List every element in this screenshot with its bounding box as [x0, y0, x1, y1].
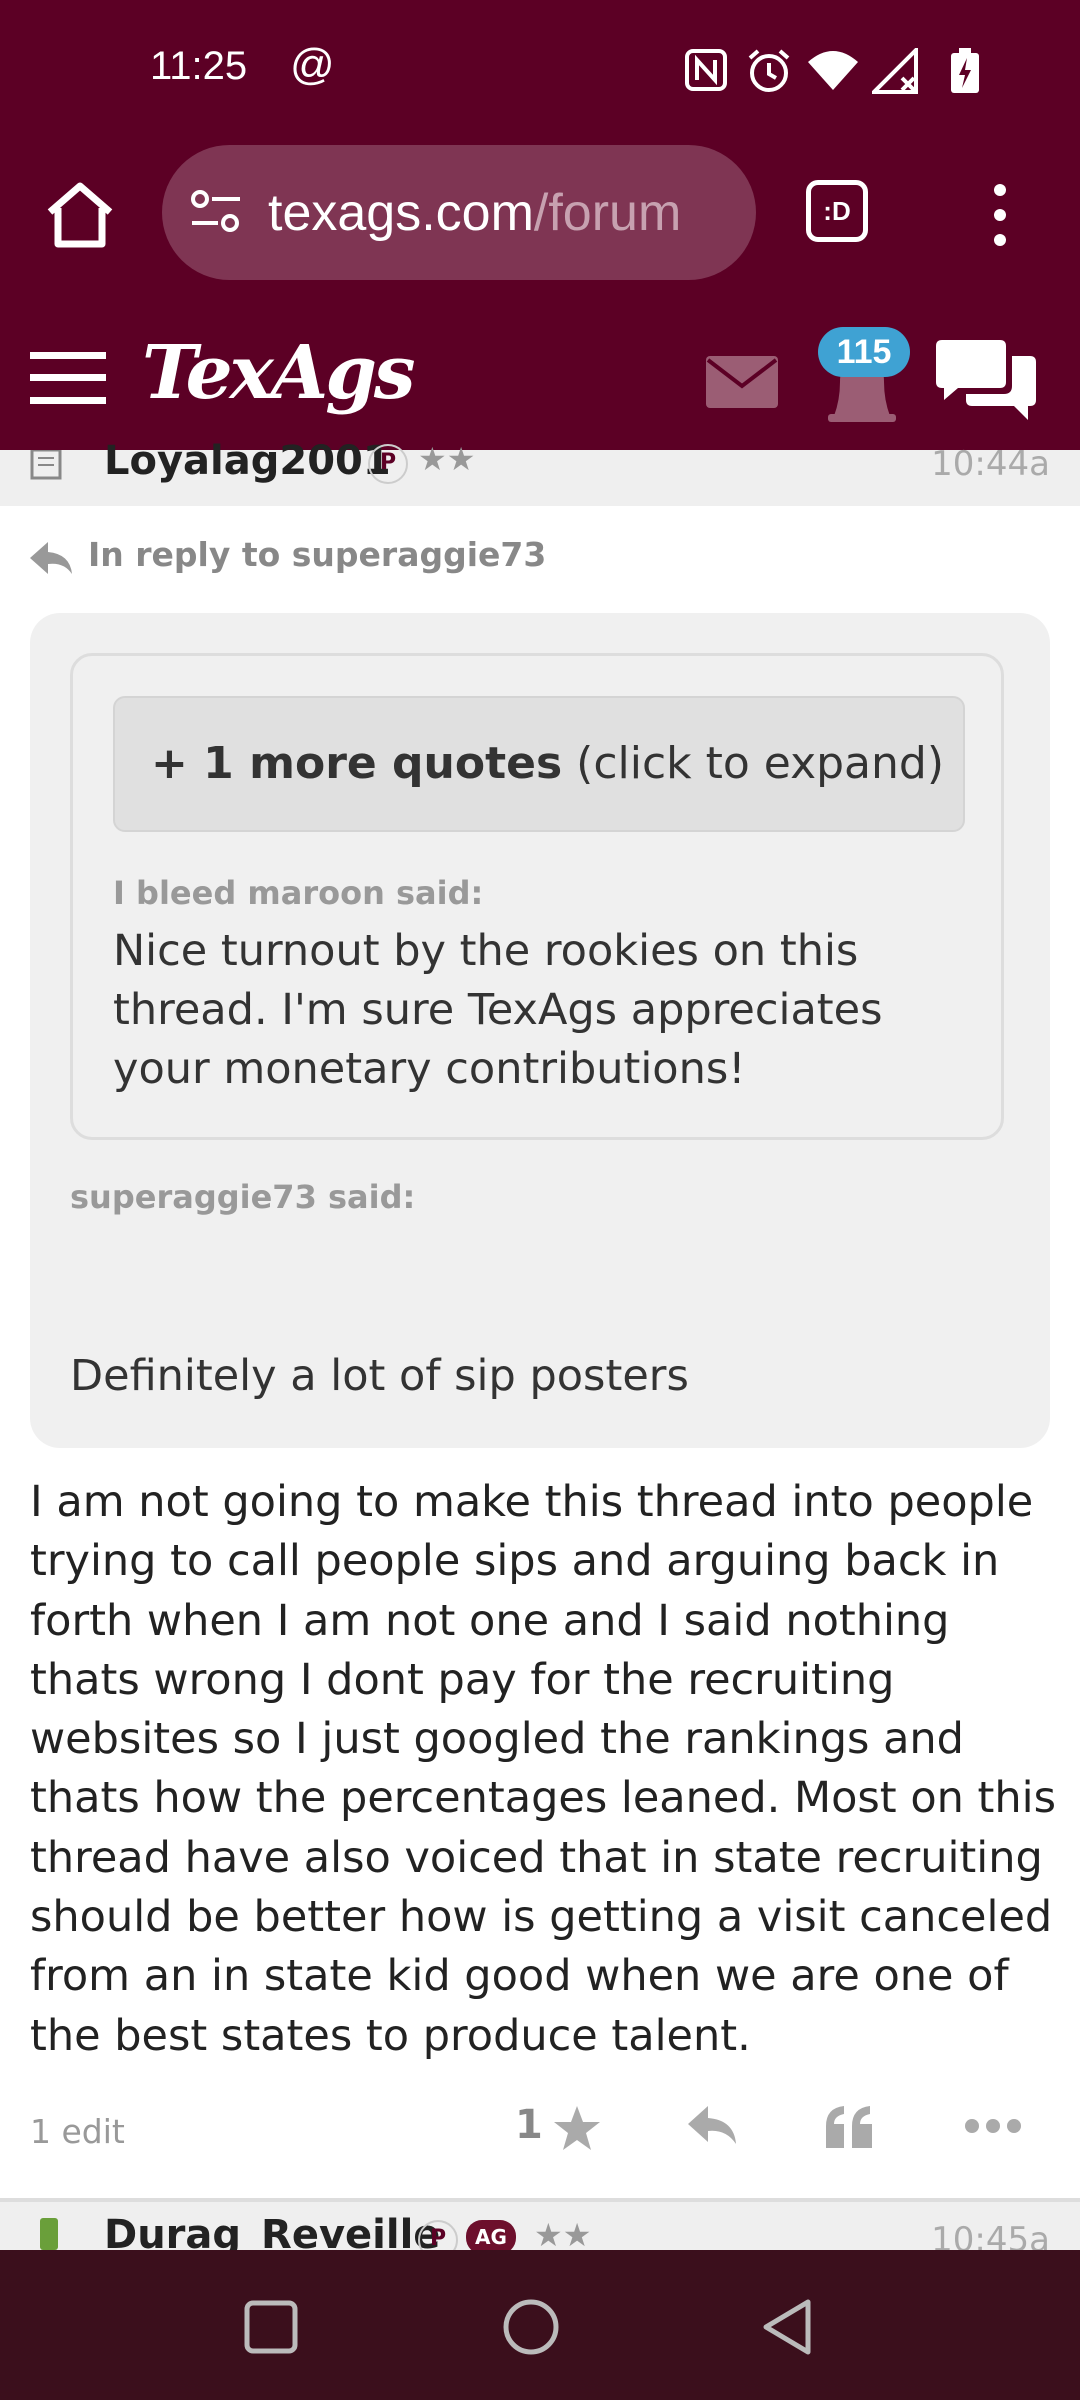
- site-header: TexAgs 115: [0, 327, 1080, 450]
- reply-button-icon[interactable]: [686, 2104, 738, 2146]
- home-icon[interactable]: [44, 178, 116, 250]
- url-path: /forum: [533, 184, 682, 242]
- url-text[interactable]: texags.com/forum: [268, 183, 738, 243]
- star-icon[interactable]: [552, 2104, 602, 2152]
- quote-icon[interactable]: [824, 2104, 874, 2150]
- more-horiz-icon[interactable]: [964, 2118, 1022, 2134]
- expand-hint: (click to expand): [562, 738, 944, 789]
- more-vert-icon[interactable]: [985, 180, 1015, 250]
- post-body: I am not going to make this thread into …: [30, 1477, 1057, 2061]
- site-settings-icon[interactable]: [188, 187, 244, 237]
- mail-icon[interactable]: [706, 356, 778, 408]
- quote-block: + 1 more quotes (click to expand) I blee…: [30, 613, 1050, 1448]
- next-user-stars: ★★: [534, 2216, 592, 2250]
- url-bar[interactable]: texags.com/forum: [162, 145, 756, 280]
- hamburger-menu-icon[interactable]: [30, 348, 106, 408]
- post-header: Loyalag2001 P ★★ 10:44a: [0, 438, 1080, 506]
- next-post-header: Durag_Reveille P AG ★★ 10:45a: [0, 2202, 1080, 2250]
- edit-count[interactable]: 1 edit: [30, 2112, 125, 2151]
- texags-logo[interactable]: TexAgs: [142, 330, 416, 416]
- reply-icon: [30, 542, 72, 574]
- phone-icon: [40, 2218, 58, 2250]
- wifi-icon: [808, 51, 858, 90]
- quote-author: superaggie73 said:: [70, 1178, 416, 1216]
- next-post-author[interactable]: Durag_Reveille: [104, 2212, 440, 2250]
- expand-count-label: + 1 more quotes: [151, 738, 563, 789]
- battery-icon: [951, 48, 979, 93]
- post-time[interactable]: 10:44a: [931, 444, 1050, 484]
- next-post-time[interactable]: 10:45a: [931, 2220, 1050, 2250]
- in-reply-to-link[interactable]: In reply to superaggie73: [88, 535, 546, 574]
- premium-badge: P: [368, 444, 408, 484]
- like-count: 1: [515, 2102, 543, 2148]
- user-stars: ★★: [418, 440, 476, 478]
- expand-quotes-button[interactable]: + 1 more quotes (click to expand): [113, 696, 965, 832]
- recents-icon[interactable]: [244, 2300, 298, 2354]
- post-author[interactable]: Loyalag2001: [104, 438, 391, 484]
- tabs-button[interactable]: :D: [806, 180, 868, 242]
- quote-text: Definitely a lot of sip posters: [70, 1351, 689, 1401]
- notification-badge[interactable]: 115: [818, 327, 910, 377]
- chat-icon[interactable]: [936, 338, 1036, 424]
- back-icon[interactable]: [760, 2298, 814, 2356]
- document-icon: [30, 450, 62, 480]
- url-domain: texags.com: [268, 184, 534, 242]
- alarm-icon: [748, 49, 790, 92]
- system-nav-bar: [0, 2250, 1080, 2400]
- nfc-icon: [685, 49, 727, 91]
- nested-quote-text: Nice turnout by the rookies on this thre…: [113, 926, 883, 1094]
- nested-quote: + 1 more quotes (click to expand) I blee…: [70, 653, 1004, 1140]
- at-notification-icon: @: [290, 40, 335, 89]
- signal-icon: [872, 48, 918, 94]
- home-nav-icon[interactable]: [502, 2298, 560, 2356]
- browser-chrome: 11:25 @ texags.com/forum:D TexAgs 115: [0, 0, 1080, 450]
- nested-quote-author: I bleed maroon said:: [113, 874, 484, 912]
- next-premium-badge: P: [418, 2220, 458, 2250]
- ag-badge: AG: [466, 2220, 516, 2250]
- status-time: 11:25: [150, 44, 248, 88]
